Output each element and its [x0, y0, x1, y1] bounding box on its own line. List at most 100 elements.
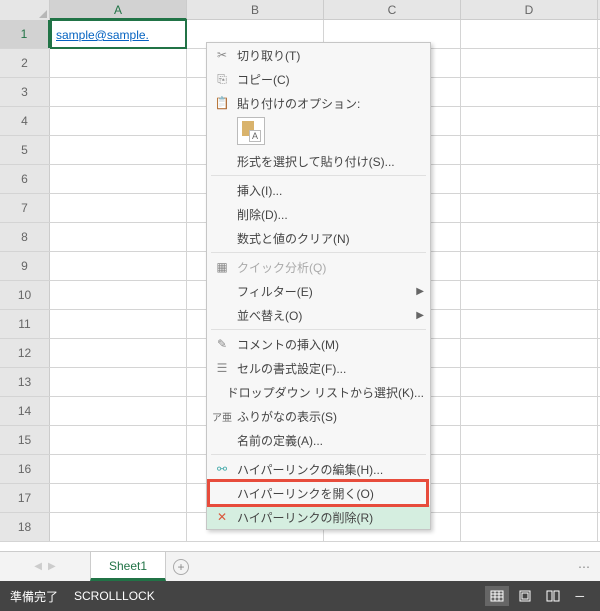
status-scrolllock: SCROLLLOCK — [74, 589, 155, 603]
cell-D17[interactable] — [461, 484, 598, 512]
cell-D15[interactable] — [461, 426, 598, 454]
ctx-filter[interactable]: フィルター(E) ▶ — [207, 279, 430, 303]
row-header-9[interactable]: 9 — [0, 252, 50, 280]
cell-D7[interactable] — [461, 194, 598, 222]
cell-A13[interactable] — [50, 368, 187, 396]
cell-D5[interactable] — [461, 136, 598, 164]
view-normal-button[interactable] — [485, 586, 509, 606]
cell-D10[interactable] — [461, 281, 598, 309]
row-header-11[interactable]: 11 — [0, 310, 50, 338]
plus-icon: + — [173, 559, 189, 575]
cell-A18[interactable] — [50, 513, 187, 541]
cell-D12[interactable] — [461, 339, 598, 367]
cell-A9[interactable] — [50, 252, 187, 280]
row-header-6[interactable]: 6 — [0, 165, 50, 193]
ctx-format-cells[interactable]: ☰ セルの書式設定(F)... — [207, 356, 430, 380]
page-break-icon — [546, 590, 560, 602]
row-header-7[interactable]: 7 — [0, 194, 50, 222]
cell-A2[interactable] — [50, 49, 187, 77]
hyperlink-text[interactable]: sample@sample. — [56, 28, 149, 42]
ctx-dropdown-list[interactable]: ドロップダウン リストから選択(K)... — [207, 380, 430, 404]
cell-D1[interactable] — [461, 20, 598, 48]
tab-scroll-controls[interactable]: ◀ ▶ — [0, 552, 90, 581]
separator — [211, 329, 426, 330]
row-header-5[interactable]: 5 — [0, 136, 50, 164]
row-header-13[interactable]: 13 — [0, 368, 50, 396]
cell-A17[interactable] — [50, 484, 187, 512]
tab-overflow[interactable]: ⋯ — [568, 552, 600, 581]
row-header-12[interactable]: 12 — [0, 339, 50, 367]
ctx-copy[interactable]: ⎘ コピー(C) — [207, 67, 430, 91]
format-cells-icon: ☰ — [207, 361, 237, 375]
cell-A16[interactable] — [50, 455, 187, 483]
cell-D2[interactable] — [461, 49, 598, 77]
view-page-break-button[interactable] — [541, 586, 565, 606]
cell-D13[interactable] — [461, 368, 598, 396]
ctx-remove-hyperlink[interactable]: ✕ ハイパーリンクの削除(R) — [207, 505, 430, 529]
cell-A10[interactable] — [50, 281, 187, 309]
cell-A3[interactable] — [50, 78, 187, 106]
cell-D16[interactable] — [461, 455, 598, 483]
cell-A7[interactable] — [50, 194, 187, 222]
ctx-delete[interactable]: 削除(D)... — [207, 202, 430, 226]
ctx-edit-hyperlink[interactable]: ⚯ ハイパーリンクの編集(H)... — [207, 457, 430, 481]
cell-A6[interactable] — [50, 165, 187, 193]
cell-context-menu: ✂ 切り取り(T) ⎘ コピー(C) 📋 貼り付けのオプション: 形式を選択して… — [206, 42, 431, 530]
cell-D8[interactable] — [461, 223, 598, 251]
ctx-sort[interactable]: 並べ替え(O) ▶ — [207, 303, 430, 327]
row-header-8[interactable]: 8 — [0, 223, 50, 251]
col-header-c[interactable]: C — [324, 0, 461, 19]
cell-A5[interactable] — [50, 136, 187, 164]
sheet-tab-sheet1[interactable]: Sheet1 — [90, 551, 166, 581]
row-header-3[interactable]: 3 — [0, 78, 50, 106]
status-bar: 準備完了 SCROLLLOCK ─ — [0, 581, 600, 611]
cell-D9[interactable] — [461, 252, 598, 280]
comment-icon: ✎ — [207, 337, 237, 351]
row-header-4[interactable]: 4 — [0, 107, 50, 135]
cell-A8[interactable] — [50, 223, 187, 251]
row-header-14[interactable]: 14 — [0, 397, 50, 425]
cell-A14[interactable] — [50, 397, 187, 425]
ctx-open-hyperlink[interactable]: ハイパーリンクを開く(O) — [207, 481, 430, 505]
cell-A4[interactable] — [50, 107, 187, 135]
col-header-b[interactable]: B — [187, 0, 324, 19]
cell-A12[interactable] — [50, 339, 187, 367]
cell-D4[interactable] — [461, 107, 598, 135]
ctx-furigana[interactable]: ア亜 ふりがなの表示(S) — [207, 404, 430, 428]
paste-option-keep-text[interactable] — [237, 117, 265, 145]
row-header-1[interactable]: 1 — [0, 20, 50, 48]
cell-D6[interactable] — [461, 165, 598, 193]
ctx-insert-comment[interactable]: ✎ コメントの挿入(M) — [207, 332, 430, 356]
tab-scroll-left-icon: ◀ — [34, 561, 42, 572]
select-all-corner[interactable] — [0, 0, 50, 20]
row-header-2[interactable]: 2 — [0, 49, 50, 77]
cell-D14[interactable] — [461, 397, 598, 425]
column-headers-row: A B C D — [0, 0, 600, 20]
zoom-out-button[interactable]: ─ — [569, 589, 590, 603]
view-buttons: ─ — [485, 586, 590, 606]
row-header-15[interactable]: 15 — [0, 426, 50, 454]
ctx-define-name[interactable]: 名前の定義(A)... — [207, 428, 430, 452]
ctx-insert[interactable]: 挿入(I)... — [207, 178, 430, 202]
page-layout-icon — [518, 590, 532, 602]
cell-D18[interactable] — [461, 513, 598, 541]
row-header-16[interactable]: 16 — [0, 455, 50, 483]
row-header-17[interactable]: 17 — [0, 484, 50, 512]
scissors-icon: ✂ — [207, 48, 237, 62]
ctx-paste-special[interactable]: 形式を選択して貼り付け(S)... — [207, 149, 430, 173]
cell-A1[interactable]: sample@sample. — [50, 19, 187, 49]
col-header-d[interactable]: D — [461, 0, 598, 19]
view-page-layout-button[interactable] — [513, 586, 537, 606]
new-sheet-button[interactable]: + — [166, 552, 196, 581]
col-header-a[interactable]: A — [50, 0, 187, 20]
ctx-cut[interactable]: ✂ 切り取り(T) — [207, 43, 430, 67]
cell-D3[interactable] — [461, 78, 598, 106]
row-header-10[interactable]: 10 — [0, 281, 50, 309]
ctx-clear[interactable]: 数式と値のクリア(N) — [207, 226, 430, 250]
cell-A11[interactable] — [50, 310, 187, 338]
chevron-right-icon: ▶ — [416, 286, 424, 297]
cell-D11[interactable] — [461, 310, 598, 338]
grid-icon — [490, 590, 504, 602]
cell-A15[interactable] — [50, 426, 187, 454]
row-header-18[interactable]: 18 — [0, 513, 50, 541]
